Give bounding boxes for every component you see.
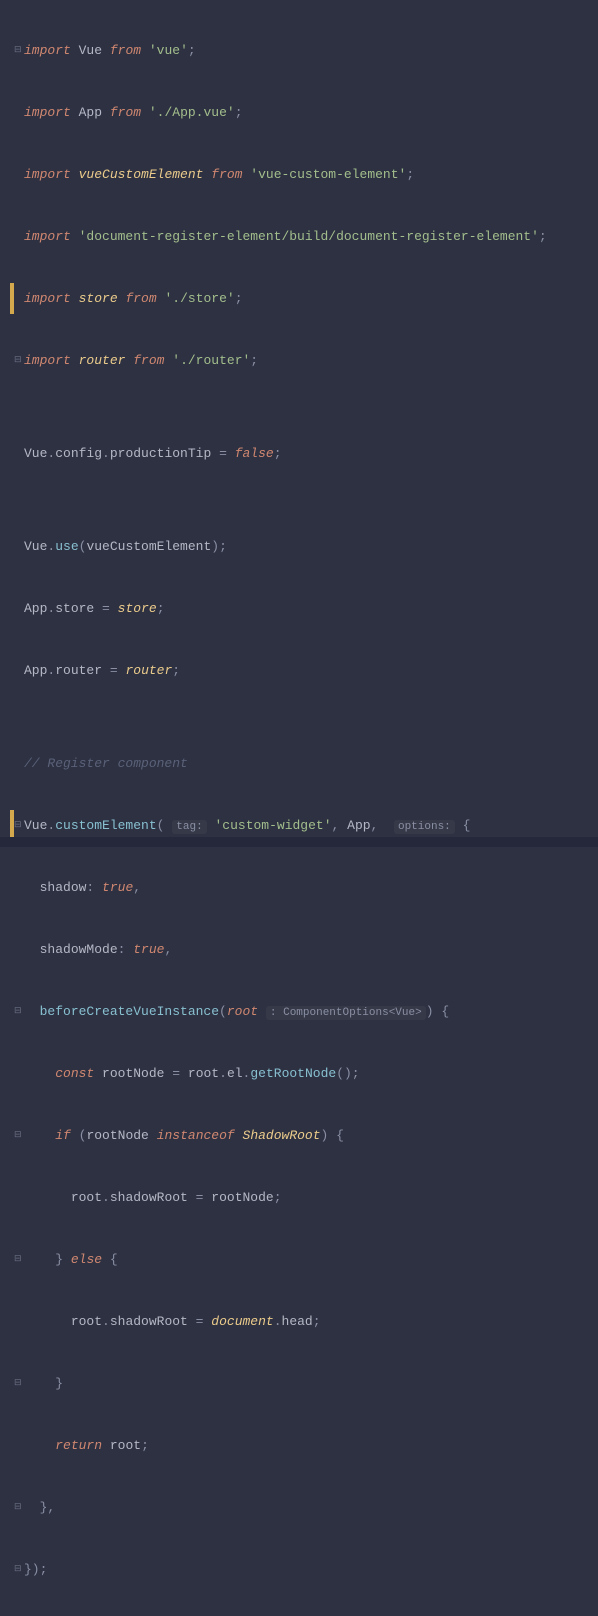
- type-hint: : ComponentOptions<Vue>: [266, 1006, 426, 1020]
- gutter: [0, 0, 20, 847]
- code-line: ⊟ beforeCreateVueInstance(root : Compone…: [24, 996, 598, 1027]
- fold-icon[interactable]: ⊟: [14, 1007, 22, 1015]
- code-line: ⊟ }: [24, 1368, 598, 1399]
- code-editor[interactable]: ⊟import Vue from 'vue'; import App from …: [0, 0, 598, 1616]
- fold-icon[interactable]: ⊟: [14, 1503, 22, 1511]
- code-line: return root;: [24, 1430, 598, 1461]
- change-marker: [10, 283, 14, 314]
- fold-icon[interactable]: ⊟: [14, 1255, 22, 1263]
- fold-icon[interactable]: ⊟: [14, 46, 22, 54]
- code-line: Vue.config.productionTip = false;: [24, 438, 598, 469]
- param-hint: options:: [394, 820, 455, 834]
- code-line: ⊟import Vue from 'vue';: [24, 35, 598, 66]
- code-line: // Register component: [24, 748, 598, 779]
- fold-icon[interactable]: ⊟: [14, 1379, 22, 1387]
- code-line: App.store = store;: [24, 593, 598, 624]
- code-line: shadowMode: true,: [24, 934, 598, 965]
- code-line: App.router = router;: [24, 655, 598, 686]
- fold-icon[interactable]: ⊟: [14, 821, 22, 829]
- code-line: import vueCustomElement from 'vue-custom…: [24, 159, 598, 190]
- bottom-bar: [0, 837, 598, 847]
- code-line: import App from './App.vue';: [24, 97, 598, 128]
- code-line: ⊟ } else {: [24, 1244, 598, 1275]
- param-hint: tag:: [172, 820, 206, 834]
- code-line: Vue.use(vueCustomElement);: [24, 531, 598, 562]
- code-line: root.shadowRoot = document.head;: [24, 1306, 598, 1337]
- code-line: shadow: true,: [24, 872, 598, 903]
- code-line: ⊟import router from './router';: [24, 345, 598, 376]
- code-line: root.shadowRoot = rootNode;: [24, 1182, 598, 1213]
- code-line: import 'document-register-element/build/…: [24, 221, 598, 252]
- code-line: const rootNode = root.el.getRootNode();: [24, 1058, 598, 1089]
- fold-icon[interactable]: ⊟: [14, 356, 22, 364]
- code-line: ⊟ if (rootNode instanceof ShadowRoot) {: [24, 1120, 598, 1151]
- code-line: import store from './store';: [24, 283, 598, 314]
- code-line: ⊟});: [24, 1554, 598, 1585]
- code-line: ⊟ },: [24, 1492, 598, 1523]
- fold-icon[interactable]: ⊟: [14, 1131, 22, 1139]
- fold-icon[interactable]: ⊟: [14, 1565, 22, 1573]
